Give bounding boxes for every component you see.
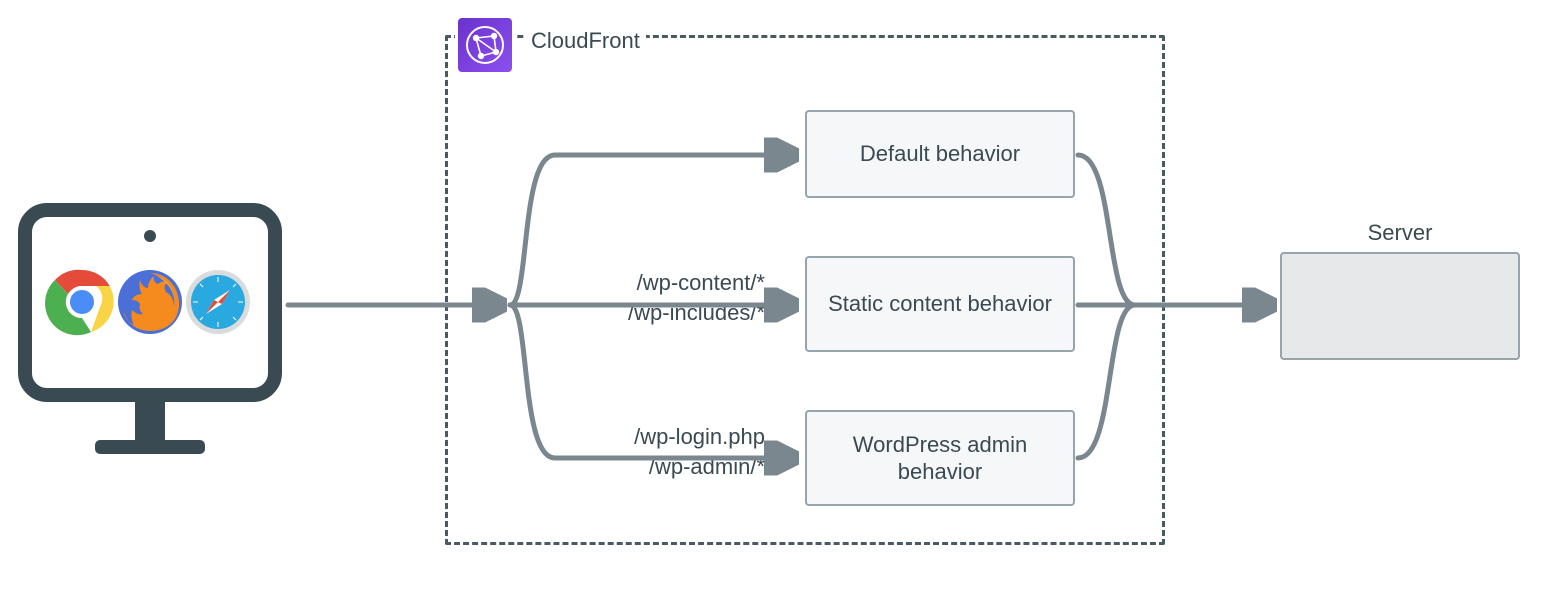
path-label-admin-text: /wp-login.php /wp-admin/* (634, 424, 765, 479)
client-browsers (15, 200, 285, 475)
path-label-admin: /wp-login.php /wp-admin/* (545, 422, 765, 481)
server-box (1280, 252, 1520, 360)
cloudfront-label: CloudFront (525, 28, 646, 54)
server-label: Server (1280, 220, 1520, 246)
path-label-static-text: /wp-content/* /wp-includes/* (628, 270, 765, 325)
behavior-default-label: Default behavior (860, 140, 1020, 168)
behavior-static-label: Static content behavior (828, 290, 1052, 318)
behavior-admin-label: WordPress admin behavior (817, 431, 1063, 486)
path-label-static: /wp-content/* /wp-includes/* (545, 268, 765, 327)
firefox-icon (118, 270, 182, 334)
chrome-icon (45, 270, 114, 335)
behavior-default: Default behavior (805, 110, 1075, 198)
behavior-static: Static content behavior (805, 256, 1075, 352)
monitor-icon (15, 200, 285, 475)
behavior-admin: WordPress admin behavior (805, 410, 1075, 506)
safari-icon (186, 270, 250, 334)
cloudfront-icon (458, 18, 512, 72)
